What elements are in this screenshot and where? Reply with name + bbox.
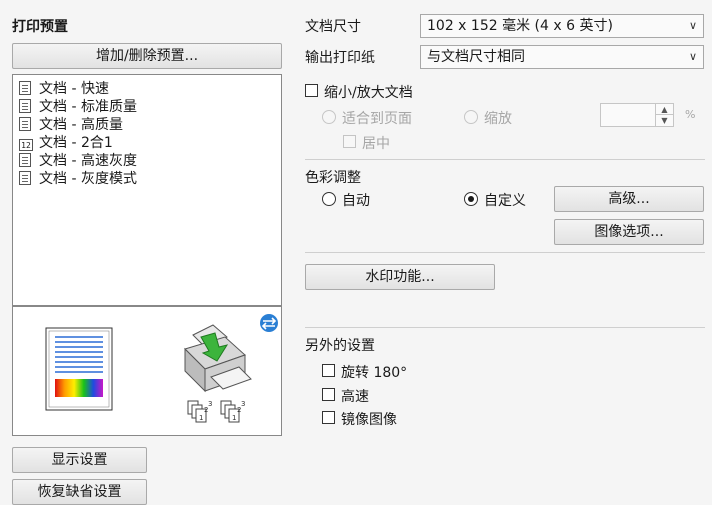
two-in-one-icon: 12: [19, 139, 33, 151]
doc-size-value: 102 x 152 毫米 (4 x 6 英寸): [427, 18, 613, 34]
preset-item-high-quality[interactable]: 文档 - 高质量: [19, 116, 123, 134]
preset-label: 文档 - 快速: [39, 81, 109, 97]
spin-up-icon[interactable]: ▲: [655, 104, 673, 115]
color-auto-radio[interactable]: [322, 192, 336, 206]
divider: [305, 327, 705, 328]
color-auto-label: 自动: [342, 193, 370, 209]
document-icon: [19, 81, 31, 95]
rotate-180-label: 旋转 180°: [341, 365, 408, 381]
center-checkbox[interactable]: [343, 135, 356, 148]
reduce-enlarge-label: 缩小/放大文档: [324, 85, 413, 101]
printer-icon: [184, 324, 252, 393]
restore-defaults-button[interactable]: 恢复缺省设置: [12, 479, 147, 505]
output-paper-label: 输出打印纸: [305, 50, 375, 66]
preset-item-grayscale[interactable]: 文档 - 灰度模式: [19, 170, 137, 188]
add-delete-presets-button[interactable]: 增加/删除预置...: [12, 43, 282, 69]
spin-down-icon[interactable]: ▼: [655, 115, 673, 126]
chevron-down-icon: ∨: [688, 50, 697, 63]
reduce-enlarge-checkbox[interactable]: [305, 84, 318, 97]
zoom-spinbox[interactable]: ▲ ▼: [600, 103, 674, 127]
fit-to-page-label: 适合到页面: [342, 111, 412, 127]
presets-title: 打印预置: [12, 19, 68, 35]
collate-page-number: 1: [232, 414, 236, 422]
print-preview-panel: 1 2 3 1 2 3: [12, 306, 282, 436]
document-icon: [19, 171, 31, 185]
preview-graphic: 1 2 3 1 2 3: [45, 314, 278, 423]
color-custom-radio[interactable]: [464, 192, 478, 206]
preset-item-fast-grayscale[interactable]: 文档 - 高速灰度: [19, 152, 137, 170]
document-icon: [19, 117, 31, 131]
collate-icon-2: 1 2 3: [220, 400, 245, 423]
collate-page-number: 3: [241, 400, 245, 408]
high-speed-label: 高速: [341, 389, 369, 405]
mirror-image-checkbox[interactable]: [322, 411, 335, 424]
preset-item-two-in-one[interactable]: 12 文档 - 2合1: [19, 134, 113, 152]
zoom-label: 缩放: [484, 111, 512, 127]
collate-icon-1: 1 2 3: [187, 400, 212, 423]
output-paper-select[interactable]: 与文档尺寸相同 ∨: [420, 45, 704, 69]
show-settings-button[interactable]: 显示设置: [12, 447, 147, 473]
preset-label: 文档 - 高质量: [39, 117, 123, 133]
fit-to-page-radio[interactable]: [322, 110, 336, 124]
preset-item-standard[interactable]: 文档 - 标准质量: [19, 98, 137, 116]
collate-page-number: 3: [208, 400, 212, 408]
document-icon: [19, 153, 31, 167]
image-options-button[interactable]: 图像选项...: [554, 219, 704, 245]
watermark-button[interactable]: 水印功能...: [305, 264, 495, 290]
zoom-radio[interactable]: [464, 110, 478, 124]
preset-label: 文档 - 标准质量: [39, 99, 137, 115]
doc-size-select[interactable]: 102 x 152 毫米 (4 x 6 英寸) ∨: [420, 14, 704, 38]
document-icon: [19, 99, 31, 113]
preset-label: 文档 - 高速灰度: [39, 153, 137, 169]
high-speed-checkbox[interactable]: [322, 388, 335, 401]
preset-label: 文档 - 2合1: [39, 135, 113, 151]
extra-settings-title: 另外的设置: [305, 338, 375, 354]
output-paper-value: 与文档尺寸相同: [427, 49, 525, 65]
divider: [305, 252, 705, 253]
page-preview-icon: [45, 327, 113, 411]
sync-icon: [260, 314, 278, 332]
color-custom-label: 自定义: [484, 193, 526, 209]
advanced-button[interactable]: 高级...: [554, 186, 704, 212]
color-adjust-title: 色彩调整: [305, 170, 361, 186]
collate-page-number: 1: [199, 414, 203, 422]
rotate-180-checkbox[interactable]: [322, 364, 335, 377]
preset-label: 文档 - 灰度模式: [39, 171, 137, 187]
presets-list: 文档 - 快速 文档 - 标准质量 文档 - 高质量 12 文档 - 2合1 文档…: [12, 74, 282, 306]
doc-size-label: 文档尺寸: [305, 19, 361, 35]
chevron-down-icon: ∨: [688, 19, 697, 32]
preset-item-fast[interactable]: 文档 - 快速: [19, 80, 109, 98]
zoom-unit: %: [685, 108, 696, 121]
mirror-image-label: 镜像图像: [341, 412, 397, 428]
center-label: 居中: [362, 136, 390, 152]
divider: [305, 159, 705, 160]
